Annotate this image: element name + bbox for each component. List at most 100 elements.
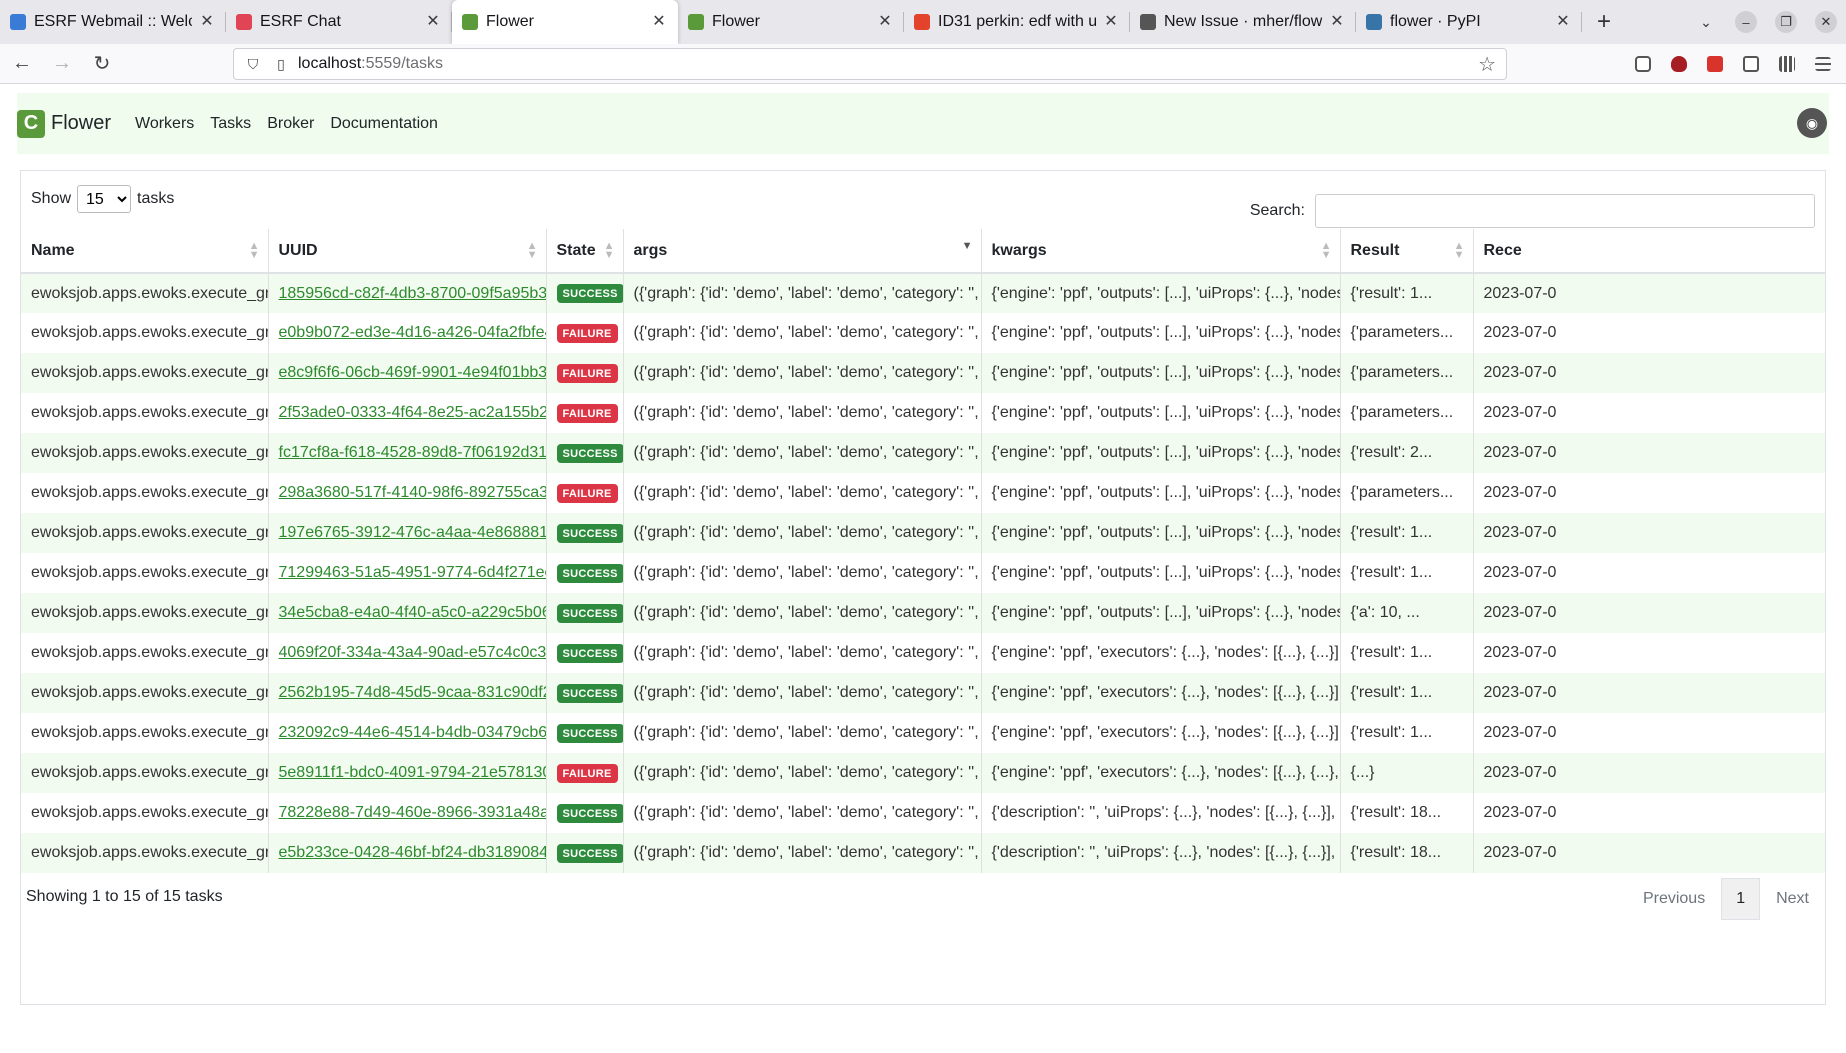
cell-text: ewoksjob.apps.ewoks.execute_graph bbox=[31, 404, 268, 421]
browser-tab[interactable]: ESRF Chat ✕ bbox=[226, 0, 452, 44]
tab-title: Flower bbox=[712, 13, 761, 30]
page-1-button[interactable]: 1 bbox=[1721, 878, 1761, 920]
browser-tab[interactable]: ID31 perkin: edf with uns ✕ bbox=[904, 0, 1130, 44]
cell-received: 2023-07-0 bbox=[1473, 673, 1825, 713]
cell-state: SUCCESS bbox=[546, 593, 624, 633]
cell-text: 2023-07-0 bbox=[1483, 564, 1557, 581]
task-uuid-link[interactable]: 71299463-51a5-4951-9774-6d4f271ee5f2 bbox=[279, 564, 546, 581]
cell-state: SUCCESS bbox=[546, 673, 624, 713]
tab-close-icon[interactable]: ✕ bbox=[876, 11, 894, 31]
browser-tab[interactable]: New Issue · mher/flower ✕ bbox=[1130, 0, 1356, 44]
brand-link[interactable]: C Flower bbox=[17, 109, 111, 138]
cell-text: ewoksjob.apps.ewoks.execute_graph bbox=[31, 564, 268, 581]
next-page-button[interactable]: Next bbox=[1760, 877, 1825, 921]
cell-result: {'result': 1... bbox=[1340, 553, 1474, 593]
task-uuid-link[interactable]: 4069f20f-334a-43a4-90ad-e57c4c0c3e69 bbox=[279, 644, 546, 661]
shield-icon: ⛉ bbox=[247, 55, 259, 72]
page-size-select[interactable]: 15 bbox=[77, 185, 132, 213]
status-badge: SUCCESS bbox=[556, 843, 622, 863]
cell-state: SUCCESS bbox=[546, 833, 624, 873]
column-header-name[interactable]: Name ▲ ▼ bbox=[21, 229, 269, 274]
tab-close-icon[interactable]: ✕ bbox=[424, 11, 442, 31]
tab-list-button[interactable]: ⌄ bbox=[1686, 0, 1726, 44]
tab-close-icon[interactable]: ✕ bbox=[1554, 11, 1572, 31]
task-uuid-link[interactable]: e5b233ce-0428-46bf-bf24-db31890840f0 bbox=[279, 844, 546, 861]
task-uuid-link[interactable]: 5e8911f1-bdc0-4091-9794-21e578130a36 bbox=[279, 764, 546, 781]
tab-close-icon[interactable]: ✕ bbox=[650, 11, 668, 31]
task-uuid-link[interactable]: 197e6765-3912-476c-a4aa-4e868881fde1 bbox=[279, 524, 546, 541]
back-button[interactable]: ← bbox=[4, 48, 40, 80]
cell-text: ({'graph': {'id': 'demo', 'label': 'demo… bbox=[633, 804, 981, 821]
column-header-args[interactable]: args ▼ bbox=[623, 229, 982, 274]
nav-link-documentation[interactable]: Documentation bbox=[330, 115, 438, 133]
qr-button[interactable] bbox=[1769, 56, 1805, 72]
nav-link-broker[interactable]: Broker bbox=[267, 115, 314, 133]
cell-text: {'a': 10, ... bbox=[1350, 604, 1420, 621]
nav-link-workers[interactable]: Workers bbox=[135, 115, 194, 133]
address-bar[interactable]: ⛉ ▯ localhost:5559/tasks ☆ bbox=[233, 48, 1507, 80]
browser-tab[interactable]: Flower ✕ bbox=[678, 0, 904, 44]
cell-text: {'engine': 'ppf', 'outputs': [...], 'uiP… bbox=[991, 324, 1340, 341]
nav-link-tasks[interactable]: Tasks bbox=[210, 115, 251, 133]
task-uuid-link[interactable]: 185956cd-c82f-4db3-8700-09f5a95b3712 bbox=[279, 285, 546, 302]
extensions-button[interactable] bbox=[1733, 56, 1769, 72]
previous-page-button[interactable]: Previous bbox=[1627, 877, 1721, 921]
cell-args: ({'graph': {'id': 'demo', 'label': 'demo… bbox=[623, 633, 982, 673]
cell-kwargs: {'description': '', 'uiProps': {...}, 'n… bbox=[981, 833, 1341, 873]
browser-tab[interactable]: Flower ✕ bbox=[452, 0, 678, 44]
extension-button[interactable] bbox=[1697, 56, 1733, 72]
browser-tab-bar: ESRF Webmail :: Welcome✕ESRF Chat✕Flower… bbox=[0, 0, 1846, 44]
search-input[interactable] bbox=[1315, 194, 1815, 228]
task-uuid-link[interactable]: e8c9f6f6-06cb-469f-9901-4e94f01bb37 bbox=[279, 364, 546, 381]
cell-text: 2023-07-0 bbox=[1483, 524, 1557, 541]
task-uuid-link[interactable]: 298a3680-517f-4140-98f6-892755ca3f0c bbox=[279, 484, 546, 501]
cell-text: ewoksjob.apps.ewoks.execute_graph bbox=[31, 524, 268, 541]
cell-kwargs: {'engine': 'ppf', 'outputs': [...], 'uiP… bbox=[981, 273, 1341, 313]
tasks-table-wrapper: Name ▲ ▼ UUID ▲ ▼ State ▲ ▼ args ▼ kwargs ▲ ▼ Result ▲ ▼… bbox=[21, 229, 1825, 873]
close-window-button[interactable]: ✕ bbox=[1806, 0, 1846, 44]
reload-button[interactable]: ↻ bbox=[84, 48, 120, 80]
bookmark-star-icon[interactable]: ☆ bbox=[1478, 52, 1496, 77]
task-uuid-link[interactable]: 34e5cba8-e4a0-4f40-a5c0-a229c5b06c33 bbox=[279, 604, 546, 621]
tab-close-icon[interactable]: ✕ bbox=[1102, 11, 1120, 31]
task-uuid-link[interactable]: fc17cf8a-f618-4528-89d8-7f06192d313a bbox=[279, 444, 546, 461]
cell-args: ({'graph': {'id': 'demo', 'label': 'demo… bbox=[623, 473, 982, 513]
cell-result: {'result': 1... bbox=[1340, 713, 1474, 753]
task-uuid-link[interactable]: 78228e88-7d49-460e-8966-3931a48afaa5 bbox=[279, 804, 546, 821]
github-icon[interactable]: ◉ bbox=[1797, 108, 1827, 138]
maximize-button[interactable]: ❐ bbox=[1766, 0, 1806, 44]
column-header-label: kwargs bbox=[991, 241, 1047, 259]
cell-text: 2023-07-0 bbox=[1483, 404, 1557, 421]
forward-button[interactable]: → bbox=[44, 48, 80, 80]
task-uuid-link[interactable]: 2f53ade0-0333-4f64-8e25-ac2a155b2eeb bbox=[279, 404, 546, 421]
cell-kwargs: {'engine': 'ppf', 'executors': {...}, 'n… bbox=[981, 713, 1341, 753]
table-row: ewoksjob.apps.ewoks.execute_graph 2f53ade… bbox=[21, 393, 1825, 433]
table-row: ewoksjob.apps.ewoks.execute_graph 298a368… bbox=[21, 473, 1825, 513]
table-row: ewoksjob.apps.ewoks.execute_graph 5e8911f… bbox=[21, 753, 1825, 793]
menu-button[interactable] bbox=[1805, 57, 1841, 71]
new-tab-button[interactable]: + bbox=[1582, 0, 1626, 44]
task-uuid-link[interactable]: 232092c9-44e6-4514-b4db-03479cb61694 bbox=[279, 724, 546, 741]
cell-kwargs: {'engine': 'ppf', 'outputs': [...], 'uiP… bbox=[981, 593, 1341, 633]
column-header-rece[interactable]: Rece bbox=[1473, 229, 1825, 274]
hamburger-menu-icon bbox=[1815, 57, 1831, 71]
column-header-uuid[interactable]: UUID ▲ ▼ bbox=[268, 229, 547, 274]
column-header-state[interactable]: State ▲ ▼ bbox=[546, 229, 624, 274]
tab-title: ESRF Webmail :: Welcome bbox=[34, 13, 192, 30]
browser-tab[interactable]: ESRF Webmail :: Welcome ✕ bbox=[0, 0, 226, 44]
minimize-button[interactable]: – bbox=[1726, 0, 1766, 44]
task-uuid-link[interactable]: e0b9b072-ed3e-4d16-a426-04fa2fbfe464 bbox=[279, 324, 546, 341]
ublock-button[interactable] bbox=[1661, 56, 1697, 72]
cell-text: {'engine': 'ppf', 'executors': {...}, 'n… bbox=[991, 684, 1340, 701]
browser-tab[interactable]: flower · PyPI ✕ bbox=[1356, 0, 1582, 44]
task-uuid-link[interactable]: 2562b195-74d8-45d5-9caa-831c90df22e9 bbox=[279, 684, 546, 701]
cell-text: {'description': '', 'uiProps': {...}, 'n… bbox=[991, 804, 1340, 821]
tab-close-icon[interactable]: ✕ bbox=[1328, 11, 1346, 31]
column-header-result[interactable]: Result ▲ ▼ bbox=[1340, 229, 1474, 274]
cell-text: 2023-07-0 bbox=[1483, 604, 1557, 621]
pocket-button[interactable] bbox=[1625, 56, 1661, 72]
tab-close-icon[interactable]: ✕ bbox=[198, 11, 216, 31]
column-header-kwargs[interactable]: kwargs ▲ ▼ bbox=[981, 229, 1341, 274]
cell-text: ewoksjob.apps.ewoks.execute_graph bbox=[31, 364, 268, 381]
cell-text: 2023-07-0 bbox=[1483, 684, 1557, 701]
